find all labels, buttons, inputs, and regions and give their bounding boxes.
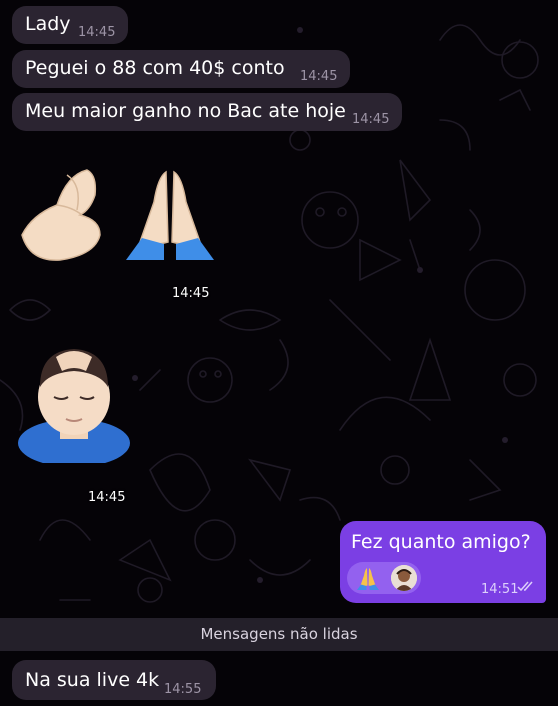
unread-messages-divider: Mensagens não lidas [0,618,558,651]
outgoing-message-bubble[interactable]: Fez quanto amigo? 14:51 [340,521,546,603]
sticker-time: 14:45 [88,490,126,505]
reactions-pill[interactable] [347,562,421,594]
message-text: Lady [25,13,71,35]
man-getting-massage-emoji[interactable] [16,335,132,463]
message-text: Meu maior ganho no Bac ate hoje [25,100,346,122]
message-time: 14:55 [164,682,202,697]
message-bubble[interactable]: Lady 14:45 [12,6,128,44]
message-bubble[interactable]: Na sua live 4k 14:55 [12,660,216,700]
avatar-icon [391,565,417,591]
message-bubble[interactable]: Meu maior ganho no Bac ate hoje 14:45 [12,93,402,131]
message-text: Na sua live 4k [25,669,160,691]
message-time: 14:45 [352,112,390,127]
message-text: Peguei o 88 com 40$ conto [25,57,285,79]
message-text: Fez quanto amigo? [351,531,531,553]
reactor-avatar[interactable] [391,565,417,591]
folded-hands-emoji[interactable] [118,160,222,264]
read-checkmarks-icon [517,581,533,592]
pinched-fingers-emoji[interactable] [12,165,112,265]
message-time: 14:45 [300,69,338,84]
sticker-time: 14:45 [172,286,210,301]
folded-hands-reaction-icon [357,568,379,590]
message-bubble[interactable]: Peguei o 88 com 40$ conto 14:45 [12,50,350,88]
message-time: 14:51 [481,582,519,597]
message-time: 14:45 [78,25,116,40]
